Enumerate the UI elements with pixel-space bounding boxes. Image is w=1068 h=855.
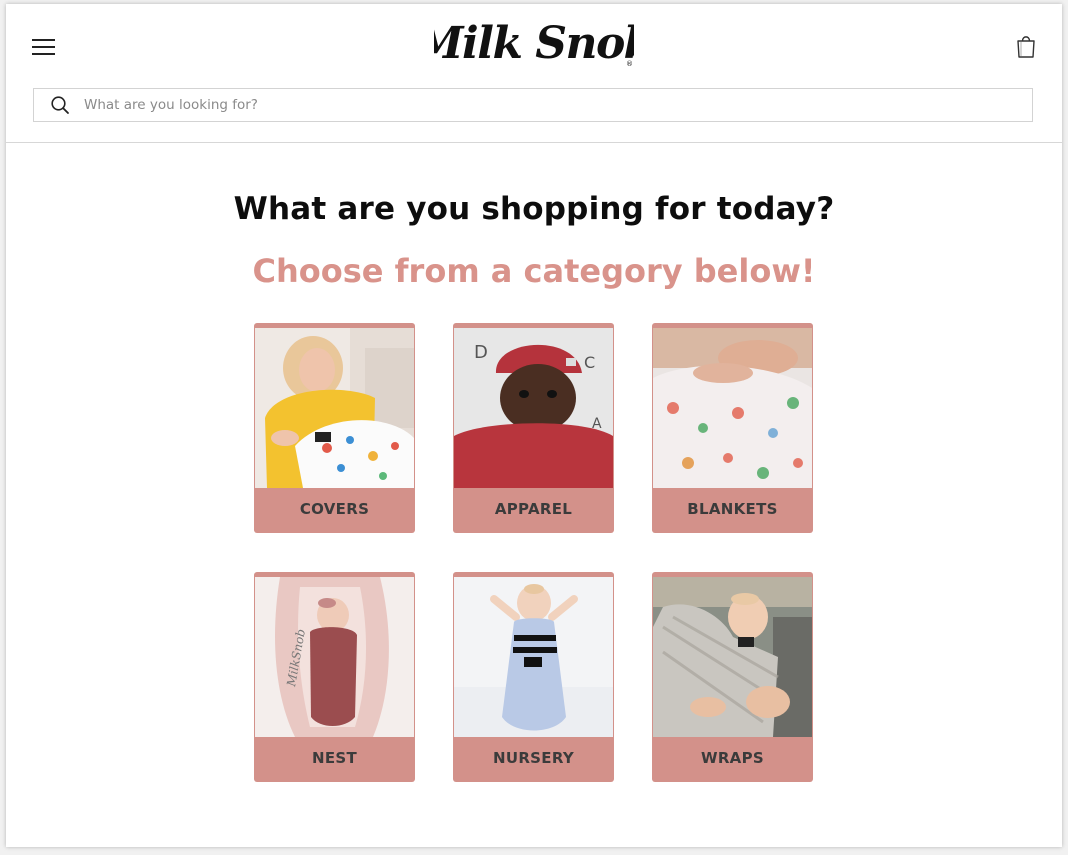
category-card-apparel[interactable]: D C C A APPAREL — [453, 323, 614, 533]
wraps-image — [653, 577, 812, 737]
svg-text:®: ® — [626, 60, 633, 68]
apparel-image: D C C A — [454, 328, 613, 488]
category-card-blankets[interactable]: BLANKETS — [652, 323, 813, 533]
brand-logo[interactable]: Milk Snob Milk Snob ® — [413, 14, 655, 74]
search-input[interactable] — [82, 89, 1032, 121]
page-subtitle: Choose from a category below! — [252, 252, 816, 290]
category-card-covers[interactable]: COVERS — [254, 323, 415, 533]
nursery-image — [454, 577, 613, 737]
hamburger-menu-icon — [32, 39, 55, 41]
hamburger-line — [32, 53, 55, 55]
category-card-nursery[interactable]: NURSERY — [453, 572, 614, 782]
svg-text:Milk Snob: Milk Snob — [434, 18, 634, 69]
page-title: What are you shopping for today? — [233, 191, 835, 227]
category-card-nest[interactable]: MilkSnob NEST — [254, 572, 415, 782]
search-icon[interactable] — [50, 95, 70, 115]
menu-button[interactable] — [30, 34, 58, 58]
search-bar — [33, 88, 1033, 122]
category-label: BLANKETS — [687, 500, 778, 518]
page-window: Milk Snob Milk Snob ® What are you shopp… — [6, 4, 1062, 847]
category-label: NEST — [311, 749, 358, 767]
covers-image — [255, 328, 414, 488]
cart-button[interactable] — [1012, 32, 1040, 60]
shopping-bag-icon — [1017, 36, 1035, 58]
category-card-wraps[interactable]: WRAPS — [652, 572, 813, 782]
hamburger-line — [32, 46, 55, 48]
site-header: Milk Snob Milk Snob ® — [6, 4, 1062, 143]
category-label: COVERS — [299, 500, 370, 518]
category-label: WRAPS — [700, 749, 764, 767]
blankets-image — [653, 328, 812, 488]
nest-image: MilkSnob — [255, 577, 414, 737]
category-label: NURSERY — [492, 749, 575, 767]
svg-text:C: C — [584, 353, 595, 372]
category-label: APPAREL — [494, 500, 573, 518]
svg-text:D: D — [474, 342, 488, 363]
